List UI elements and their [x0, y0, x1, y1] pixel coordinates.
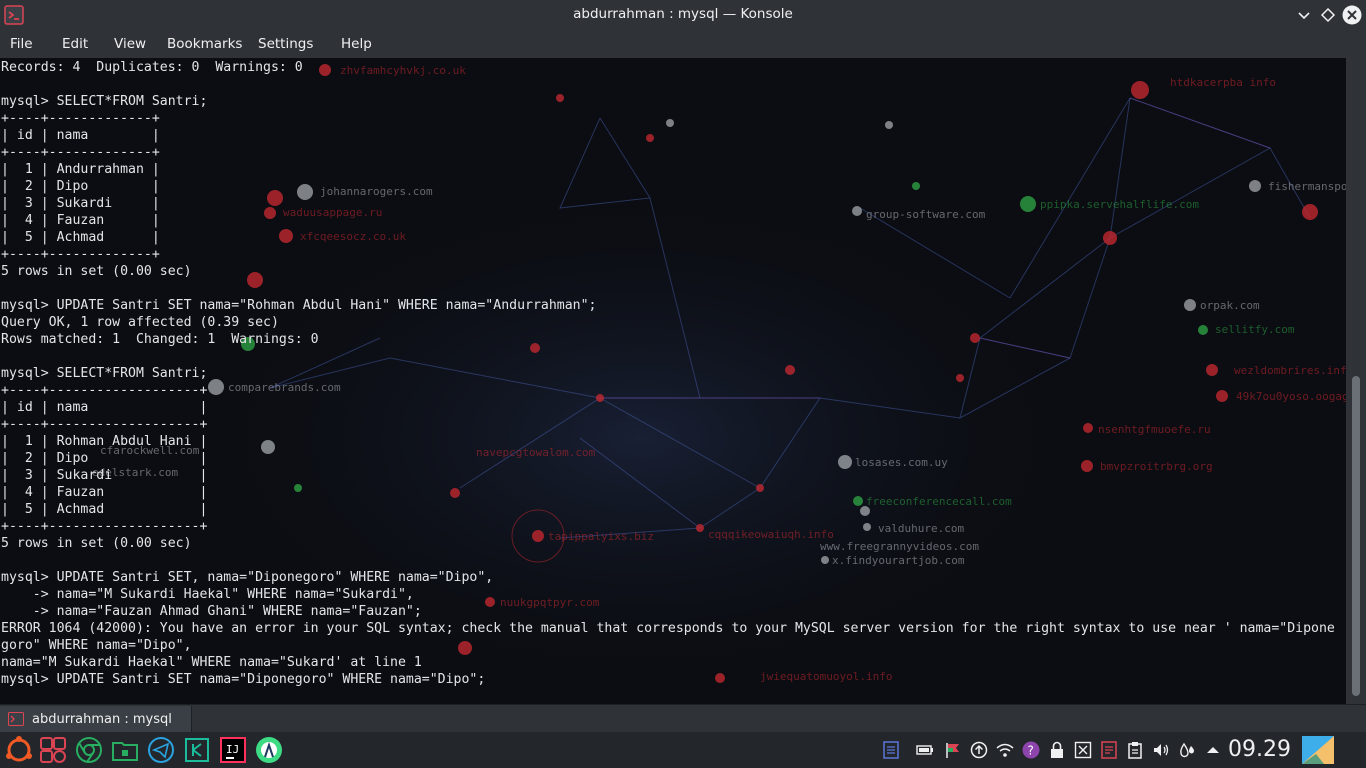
tab-label: abdurrahman : mysql: [32, 712, 172, 727]
terminal-line: ERROR 1064 (42000): You have an error in…: [1, 621, 1335, 636]
intellij-icon[interactable]: IJ: [218, 735, 248, 765]
terminal-line: mysql> UPDATE Santri SET nama="Rohman Ab…: [1, 298, 597, 313]
terminal-line: +----+-------------+: [1, 145, 160, 160]
file-manager-icon[interactable]: [110, 735, 140, 765]
terminal-line: | 2 | Dipo |: [1, 179, 160, 194]
tab-active[interactable]: abdurrahman : mysql: [0, 706, 192, 733]
terminal-line: | 1 | Andurrahman |: [1, 162, 160, 177]
terminal-line: +----+-------------------+: [1, 519, 208, 534]
terminal-line: +----+-------------+: [1, 111, 160, 126]
terminal-line: 5 rows in set (0.00 sec): [1, 264, 192, 279]
application-launcher-icon[interactable]: [4, 735, 34, 765]
svg-text:?: ?: [1028, 744, 1034, 758]
chrome-icon[interactable]: [74, 735, 104, 765]
terminal-line: +----+-------------+: [1, 247, 160, 262]
minimize-button[interactable]: [1294, 5, 1314, 25]
update-icon[interactable]: [970, 741, 988, 759]
terminal-scrollbar[interactable]: [1346, 58, 1366, 704]
terminal-line: | 3 | Sukardi |: [1, 196, 160, 211]
menu-bar: File Edit View Bookmarks Settings Help: [0, 30, 1366, 58]
battery-icon[interactable]: [916, 741, 934, 759]
menu-settings[interactable]: Settings: [258, 36, 313, 52]
multitasking-icon[interactable]: [38, 735, 68, 765]
screen-close-icon[interactable]: [1074, 741, 1092, 759]
terminal-line: | 5 | Achmad |: [1, 230, 160, 245]
maximize-button[interactable]: [1318, 5, 1338, 25]
scrollbar-thumb[interactable]: [1352, 376, 1360, 696]
terminal-line: -> nama="Fauzan Ahmad Ghani" WHERE nama=…: [1, 604, 422, 619]
svg-text:IJ: IJ: [226, 743, 239, 756]
terminal-view[interactable]: johannarogers.com comparebrands.com ppip…: [0, 58, 1346, 704]
notes-icon[interactable]: [1100, 741, 1118, 759]
terminal-line: Query OK, 1 row affected (0.39 sec): [1, 315, 279, 330]
terminal-line: | 4 | Fauzan |: [1, 485, 208, 500]
terminal-line: -> nama="M Sukardi Haekal" WHERE nama="S…: [1, 587, 414, 602]
telegram-icon[interactable]: [146, 735, 176, 765]
terminal-line: 5 rows in set (0.00 sec): [1, 536, 192, 551]
terminal-line: +----+-------------------+: [1, 383, 208, 398]
terminal-line: | 5 | Achmad |: [1, 502, 208, 517]
menu-view[interactable]: View: [114, 36, 146, 52]
terminal-line: | id | nama |: [1, 128, 160, 143]
terminal-line: mysql> SELECT*FROM Santri;: [1, 366, 208, 381]
terminal-line: +----+-------------------+: [1, 417, 208, 432]
paste-icon[interactable]: [1126, 741, 1144, 759]
tray-expand-icon[interactable]: [1204, 741, 1222, 759]
lock-icon[interactable]: [1048, 741, 1066, 759]
terminal-line: | id | nama |: [1, 400, 208, 415]
drops-icon[interactable]: [1178, 741, 1196, 759]
show-desktop-icon[interactable]: [1302, 736, 1334, 764]
clipboard-icon[interactable]: [882, 741, 900, 759]
terminal-line: goro" WHERE nama="Dipo",: [1, 638, 192, 653]
volume-icon[interactable]: [1152, 741, 1170, 759]
help-icon[interactable]: ?: [1022, 741, 1040, 759]
flag-icon[interactable]: [944, 741, 962, 759]
terminal-line: Records: 4 Duplicates: 0 Warnings: 0: [1, 60, 303, 75]
title-bar: abdurrahman : mysql — Konsole: [0, 0, 1366, 30]
terminal-line: | 2 | Dipo |: [1, 451, 208, 466]
terminal-line: mysql> UPDATE Santri SET, nama="Diponego…: [1, 570, 494, 585]
close-button[interactable]: [1342, 5, 1362, 25]
terminal-line: mysql> UPDATE Santri SET nama="Diponegor…: [1, 672, 486, 687]
menu-bookmarks[interactable]: Bookmarks: [167, 36, 242, 52]
wifi-icon[interactable]: [996, 741, 1014, 759]
terminal-line: Rows matched: 1 Changed: 1 Warnings: 0: [1, 332, 319, 347]
terminal-line: | 1 | Rohman Abdul Hani |: [1, 434, 208, 449]
menu-help[interactable]: Help: [341, 36, 372, 52]
terminal-line: | 4 | Fauzan |: [1, 213, 160, 228]
android-studio-icon[interactable]: [254, 735, 284, 765]
terminal-line: nama="M Sukardi Haekal" WHERE nama="Suka…: [1, 655, 422, 670]
terminal-icon: [8, 712, 24, 726]
kde-connect-icon[interactable]: [182, 735, 212, 765]
terminal-output: Records: 4 Duplicates: 0 Warnings: 0 mysq…: [1, 59, 1335, 688]
menu-edit[interactable]: Edit: [62, 36, 88, 52]
clock[interactable]: 09.29: [1228, 737, 1291, 762]
terminal-line: | 3 | Sukardi |: [1, 468, 208, 483]
window-title: abdurrahman : mysql — Konsole: [573, 6, 793, 22]
menu-file[interactable]: File: [10, 36, 33, 52]
taskbar: IJ ? 09.29: [0, 732, 1366, 768]
tab-bar: abdurrahman : mysql: [0, 704, 1366, 733]
terminal-line: mysql> SELECT*FROM Santri;: [1, 94, 208, 109]
